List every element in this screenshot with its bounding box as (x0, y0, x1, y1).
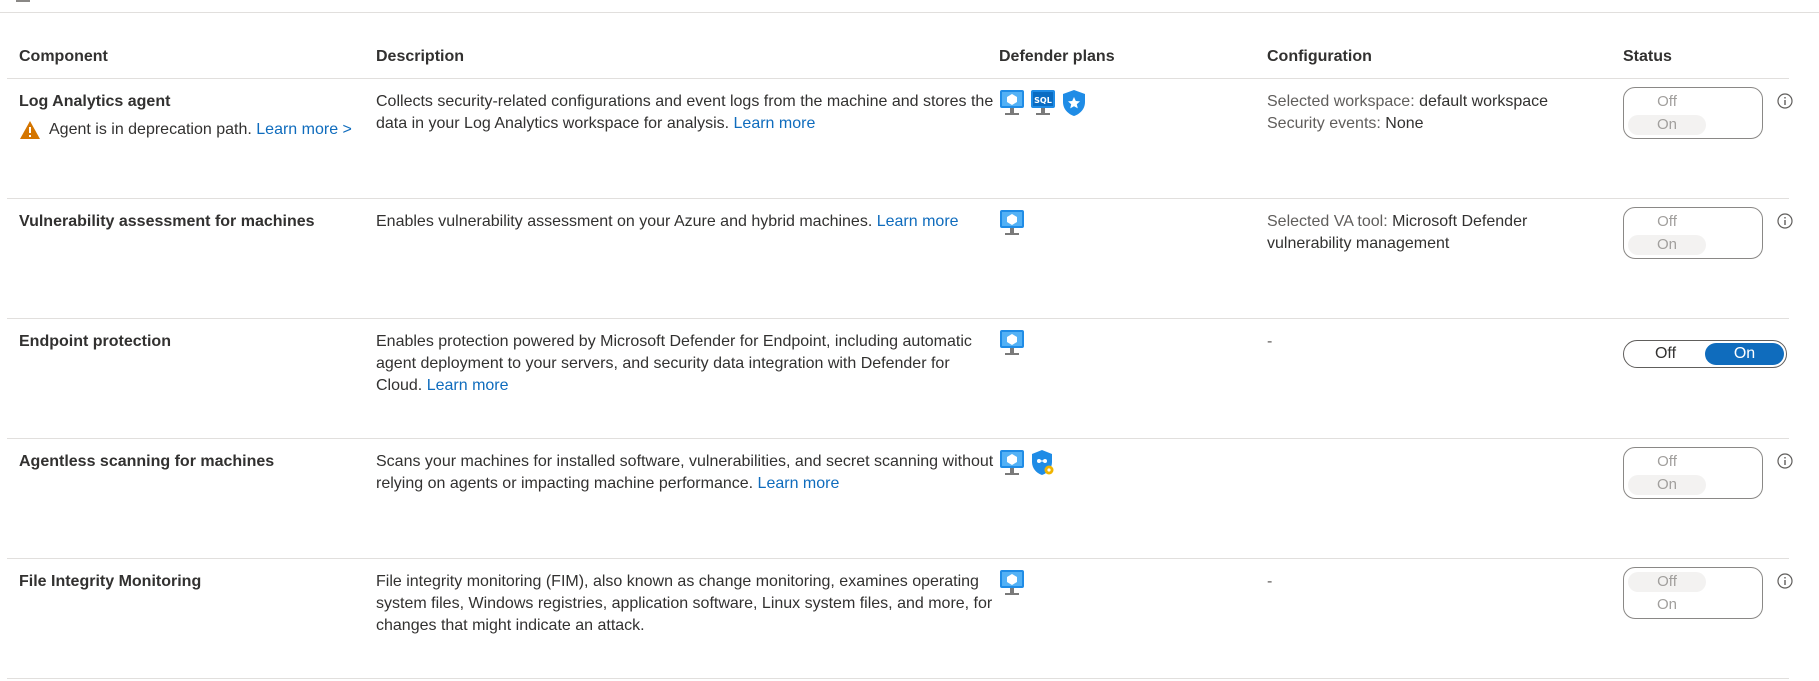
toggle-off-option: Off (1657, 213, 1677, 230)
learn-more-link[interactable]: Learn more (877, 213, 959, 230)
plans-cell (999, 209, 1239, 237)
warning-icon (20, 121, 40, 139)
component-name: File Integrity Monitoring (19, 573, 202, 590)
learn-more-link[interactable]: Learn more (427, 377, 509, 394)
toggle-off-option: Off (1657, 453, 1677, 470)
table-header: Component Description Defender plans Con… (7, 38, 1789, 79)
components-table: Component Description Defender plans Con… (7, 38, 1793, 679)
status-cell: Off On (1623, 340, 1787, 368)
status-cell: Off On (1623, 207, 1793, 259)
cspm-shield-icon (1030, 449, 1056, 477)
configuration-cell: - (1267, 331, 1567, 353)
table-row: Log Analytics agent Agent is in deprecat… (7, 79, 1793, 199)
description-text: Scans your machines for installed softwa… (376, 453, 994, 492)
toggle-on-option: On (1628, 235, 1706, 255)
description-text: File integrity monitoring (FIM), also kn… (376, 573, 993, 634)
column-header-component[interactable]: Component (19, 48, 108, 66)
component-cell: Agentless scanning for machines (19, 451, 359, 473)
table-row: Vulnerability assessment for machines En… (7, 199, 1793, 319)
plans-cell (999, 329, 1239, 357)
status-cell: Off On (1623, 567, 1793, 619)
config-label: Selected VA tool: (1267, 213, 1388, 230)
component-cell: Endpoint protection (19, 331, 359, 353)
description-cell: Collects security-related configurations… (376, 91, 998, 135)
toggle-on-option: On (1628, 475, 1706, 495)
component-name: Endpoint protection (19, 333, 171, 350)
plans-cell (999, 449, 1239, 477)
component-name: Log Analytics agent (19, 93, 171, 110)
toggle-off-option[interactable]: Off (1626, 343, 1705, 365)
description-text: Collects security-related configurations… (376, 93, 994, 132)
plans-cell (999, 569, 1239, 597)
plans-cell: SQL (999, 89, 1239, 117)
column-header-plans[interactable]: Defender plans (999, 48, 1115, 66)
status-toggle-disabled[interactable]: Off On (1623, 447, 1763, 499)
description-text: Enables vulnerability assessment on your… (376, 213, 873, 230)
servers-icon (999, 449, 1025, 477)
status-cell: Off On (1623, 447, 1793, 499)
configuration-cell: Selected VA tool: Microsoft Defender vul… (1267, 211, 1567, 255)
column-header-status[interactable]: Status (1623, 48, 1672, 66)
configuration-cell: Selected workspace: default workspace Se… (1267, 91, 1567, 135)
servers-icon (999, 209, 1025, 237)
toggle-on-option[interactable]: On (1705, 343, 1784, 365)
table-row: File Integrity Monitoring File integrity… (7, 559, 1793, 679)
toggle-on-option: On (1656, 596, 1677, 613)
top-divider (0, 12, 1819, 13)
config-label: Selected workspace: (1267, 93, 1415, 110)
info-icon[interactable] (1777, 213, 1793, 229)
shield-star-icon (1061, 89, 1087, 117)
component-name: Agentless scanning for machines (19, 453, 275, 470)
config-empty: - (1267, 333, 1273, 350)
component-cell: Log Analytics agent Agent is in deprecat… (19, 91, 359, 141)
svg-text:SQL: SQL (1034, 96, 1052, 105)
learn-more-link[interactable]: Learn more (758, 475, 840, 492)
description-cell: Enables protection powered by Microsoft … (376, 331, 998, 397)
learn-more-link[interactable]: Learn more (734, 115, 816, 132)
status-toggle-disabled[interactable]: Off On (1623, 207, 1763, 259)
config-empty: - (1267, 573, 1273, 590)
toggle-off-option: Off (1628, 572, 1706, 592)
servers-icon (999, 329, 1025, 357)
config-value: None (1385, 115, 1424, 132)
status-toggle-disabled[interactable]: Off On (1623, 567, 1763, 619)
config-label: Security events: (1267, 115, 1381, 132)
component-cell: File Integrity Monitoring (19, 571, 359, 593)
component-cell: Vulnerability assessment for machines (19, 211, 359, 233)
status-toggle[interactable]: Off On (1623, 340, 1787, 368)
servers-icon (999, 569, 1025, 597)
info-icon[interactable] (1777, 453, 1793, 469)
component-name: Vulnerability assessment for machines (19, 213, 315, 230)
info-icon[interactable] (1777, 573, 1793, 589)
toggle-off-option: Off (1657, 93, 1677, 110)
sql-server-icon: SQL (1030, 89, 1056, 117)
warning-learn-more-link[interactable]: Learn more > (256, 121, 352, 138)
description-cell: File integrity monitoring (FIM), also kn… (376, 571, 998, 637)
column-header-configuration[interactable]: Configuration (1267, 48, 1372, 66)
table-row: Endpoint protection Enables protection p… (7, 319, 1789, 439)
warning-text: Agent is in deprecation path. (49, 121, 252, 138)
configuration-cell: - (1267, 571, 1567, 593)
description-cell: Scans your machines for installed softwa… (376, 451, 998, 495)
servers-icon (999, 89, 1025, 117)
config-value: default workspace (1419, 93, 1549, 110)
description-cell: Enables vulnerability assessment on your… (376, 211, 998, 233)
deprecation-warning: Agent is in deprecation path. Learn more… (19, 119, 359, 141)
table-row: Agentless scanning for machines Scans yo… (7, 439, 1793, 559)
collapse-control[interactable] (16, 0, 30, 2)
status-cell: Off On (1623, 87, 1793, 139)
toggle-on-option: On (1628, 115, 1706, 135)
column-header-description[interactable]: Description (376, 48, 464, 66)
info-icon[interactable] (1777, 93, 1793, 109)
status-toggle-disabled[interactable]: Off On (1623, 87, 1763, 139)
